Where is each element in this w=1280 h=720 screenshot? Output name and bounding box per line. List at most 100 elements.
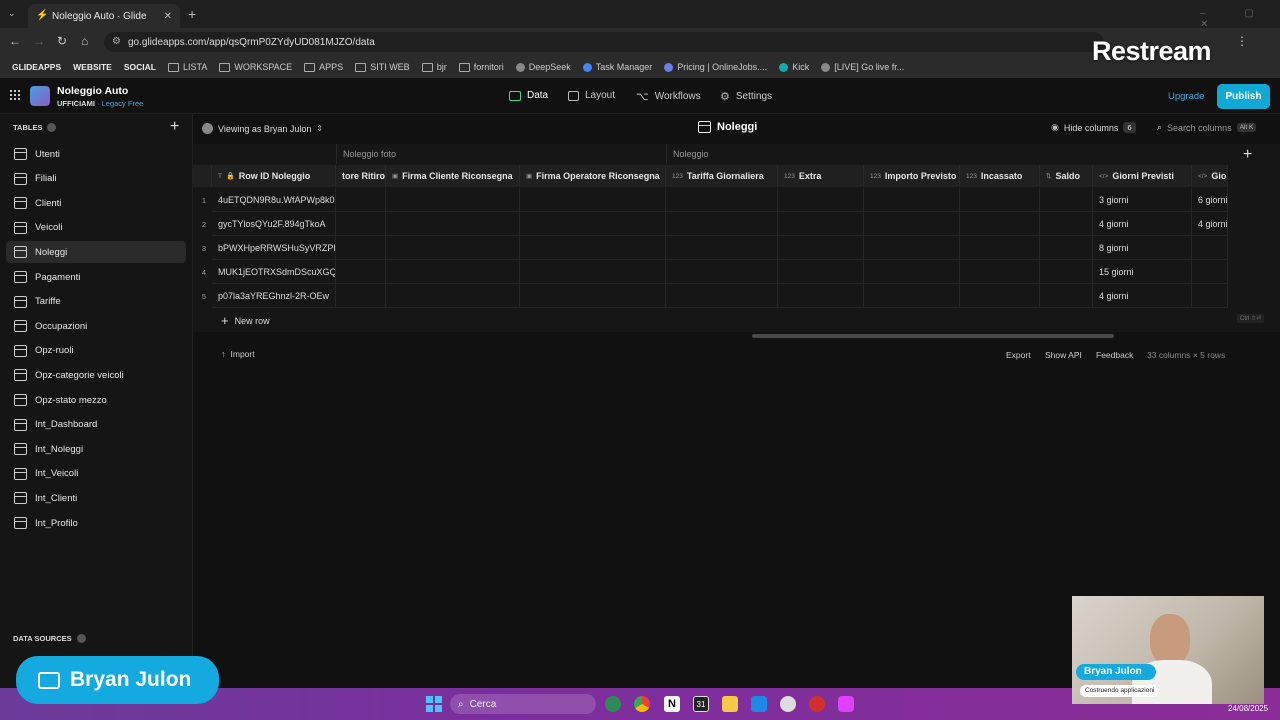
site-info-icon[interactable]: ⚙ [112, 36, 121, 47]
table-cell[interactable] [520, 212, 666, 236]
store-taskbar-icon[interactable] [751, 696, 767, 712]
home-icon[interactable]: ⌂ [81, 34, 88, 48]
reload-icon[interactable]: ↻ [57, 34, 67, 48]
recorder-taskbar-icon[interactable] [809, 696, 825, 712]
table-cell[interactable] [666, 236, 778, 260]
table-cell[interactable] [864, 284, 960, 308]
nav-data[interactable]: Data [500, 86, 560, 108]
table-cell[interactable]: MUK1jEOTRXSdmDScuXGQ. [212, 260, 336, 284]
upgrade-link[interactable]: Upgrade [1168, 91, 1204, 102]
column-header[interactable]: ▣ Firma Operatore Riconsegna [520, 165, 666, 187]
bookmark-item[interactable]: bjr [418, 62, 451, 72]
windows-start-icon[interactable] [426, 696, 442, 712]
bookmark-item[interactable]: Pricing | OnlineJobs.... [660, 62, 771, 72]
table-cell[interactable] [386, 236, 520, 260]
column-header[interactable]: 123 Extra [778, 165, 864, 187]
add-table-icon[interactable]: + [170, 118, 179, 136]
bookmark-item[interactable]: WEBSITE [69, 60, 116, 74]
table-cell[interactable] [1040, 284, 1093, 308]
search-columns-input[interactable]: ⌕ Search columns Alt K [1157, 122, 1257, 133]
column-header[interactable]: 123 Incassato [960, 165, 1040, 187]
back-icon[interactable]: ← [9, 34, 21, 48]
publish-button[interactable]: Publish [1217, 84, 1270, 109]
sidebar-item-int-noleggi[interactable]: Int_Noleggi [6, 438, 186, 460]
table-cell[interactable] [666, 284, 778, 308]
table-cell[interactable] [778, 188, 864, 212]
table-cell[interactable] [336, 284, 386, 308]
table-cell[interactable] [1192, 260, 1228, 284]
notion-taskbar-icon[interactable]: N [664, 696, 680, 712]
browser-tab[interactable]: ⚡ Noleggio Auto · Glide ✕ [28, 4, 180, 28]
table-cell[interactable]: 4uETQDN9R8u.WfAPWp8k0 [212, 188, 336, 212]
table-cell[interactable] [778, 284, 864, 308]
scrollbar-thumb[interactable] [752, 334, 1114, 338]
address-bar[interactable]: ⚙ go.glideapps.com/app/qsQrmP0ZYdyUD081M… [104, 32, 1104, 52]
table-cell[interactable] [386, 212, 520, 236]
table-cell[interactable]: gycTYlosQYu2F.894gTkoA [212, 212, 336, 236]
sidebar-item-opz-stato-mezzo[interactable]: Opz-stato mezzo [6, 389, 186, 411]
file-explorer-icon[interactable] [722, 696, 738, 712]
new-tab-icon[interactable]: + [188, 6, 196, 22]
add-column-icon[interactable]: + [1243, 146, 1252, 164]
sidebar-item-int-veicoli[interactable]: Int_Veicoli [6, 463, 186, 485]
table-cell[interactable] [1040, 188, 1093, 212]
taskbar-app-icon[interactable] [605, 696, 621, 712]
bookmark-item[interactable]: fornitori [455, 62, 508, 72]
sidebar-item-opz-categorie-veicoli[interactable]: Opz-categorie veicoli [6, 364, 186, 386]
bookmark-item[interactable]: GLIDEAPPS [8, 60, 65, 74]
table-cell[interactable] [336, 260, 386, 284]
table-cell[interactable] [1192, 284, 1228, 308]
table-cell[interactable] [520, 260, 666, 284]
forward-icon[interactable]: → [33, 34, 45, 48]
show-api-link[interactable]: Show API [1045, 350, 1082, 360]
sidebar-item-noleggi[interactable]: Noleggi [6, 241, 186, 264]
table-cell[interactable] [864, 212, 960, 236]
table-cell[interactable] [960, 236, 1040, 260]
feedback-link[interactable]: Feedback [1096, 350, 1133, 360]
bookmark-item[interactable]: DeepSeek [512, 62, 575, 72]
table-cell[interactable] [520, 284, 666, 308]
table-cell[interactable]: 8 giorni [1093, 236, 1192, 260]
bookmark-item[interactable]: Kick [775, 62, 813, 72]
bookmark-item[interactable]: Task Manager [579, 62, 657, 72]
nav-layout[interactable]: Layout [568, 90, 615, 101]
table-cell[interactable] [666, 188, 778, 212]
table-cell[interactable]: 15 giorni [1093, 260, 1192, 284]
bookmark-item[interactable]: APPS [300, 62, 347, 72]
viewing-as-selector[interactable]: Viewing as Bryan Julon ⇕ [202, 123, 323, 134]
app-taskbar-icon[interactable] [780, 696, 796, 712]
horizontal-scrollbar[interactable] [196, 334, 1266, 338]
table-cell[interactable]: p07la3aYREGhnzl-2R-OEw [212, 284, 336, 308]
column-header[interactable]: T 🔒 Row ID Noleggio [212, 165, 336, 187]
data-sources-info-icon[interactable] [76, 634, 86, 643]
sidebar-item-pagamenti[interactable]: Pagamenti [6, 266, 186, 288]
info-icon[interactable] [47, 123, 57, 132]
apps-grid-icon[interactable] [10, 90, 20, 100]
table-cell[interactable]: bPWXHpeRRWSHuSyVRZPD [212, 236, 336, 260]
column-header[interactable]: 123 Tariffa Giornaliera [666, 165, 778, 187]
hide-columns-button[interactable]: ◉ Hide columns 6 [1051, 122, 1136, 133]
sidebar-item-int-profilo[interactable]: Int_Profilo [6, 512, 186, 534]
table-cell[interactable] [386, 188, 520, 212]
column-header[interactable]: tore Ritiro [336, 165, 386, 187]
table-cell[interactable] [1040, 260, 1093, 284]
sidebar-item-veicoli[interactable]: Veicoli [6, 217, 186, 239]
table-cell[interactable] [778, 212, 864, 236]
table-cell[interactable] [386, 260, 520, 284]
table-cell[interactable] [864, 188, 960, 212]
window-controls[interactable]: – ▢ ✕ [1200, 8, 1280, 30]
table-cell[interactable]: 4 giorni [1192, 212, 1228, 236]
bookmark-item[interactable]: [LIVE] Go live fr... [817, 62, 908, 72]
tab-list-chevron-icon[interactable]: ⌄ [8, 8, 20, 20]
sidebar-item-int-dashboard[interactable]: Int_Dashboard [6, 414, 186, 436]
sidebar-item-clienti[interactable]: Clienti [6, 192, 186, 214]
table-cell[interactable] [386, 284, 520, 308]
table-cell[interactable] [778, 236, 864, 260]
bookmark-item[interactable]: LISTA [164, 62, 211, 72]
table-cell[interactable] [778, 260, 864, 284]
table-cell[interactable]: 4 giorni [1093, 284, 1192, 308]
table-cell[interactable] [864, 260, 960, 284]
sidebar-item-utenti[interactable]: Utenti [6, 143, 186, 165]
export-link[interactable]: Export [1006, 350, 1031, 360]
close-tab-icon[interactable]: ✕ [164, 11, 172, 22]
